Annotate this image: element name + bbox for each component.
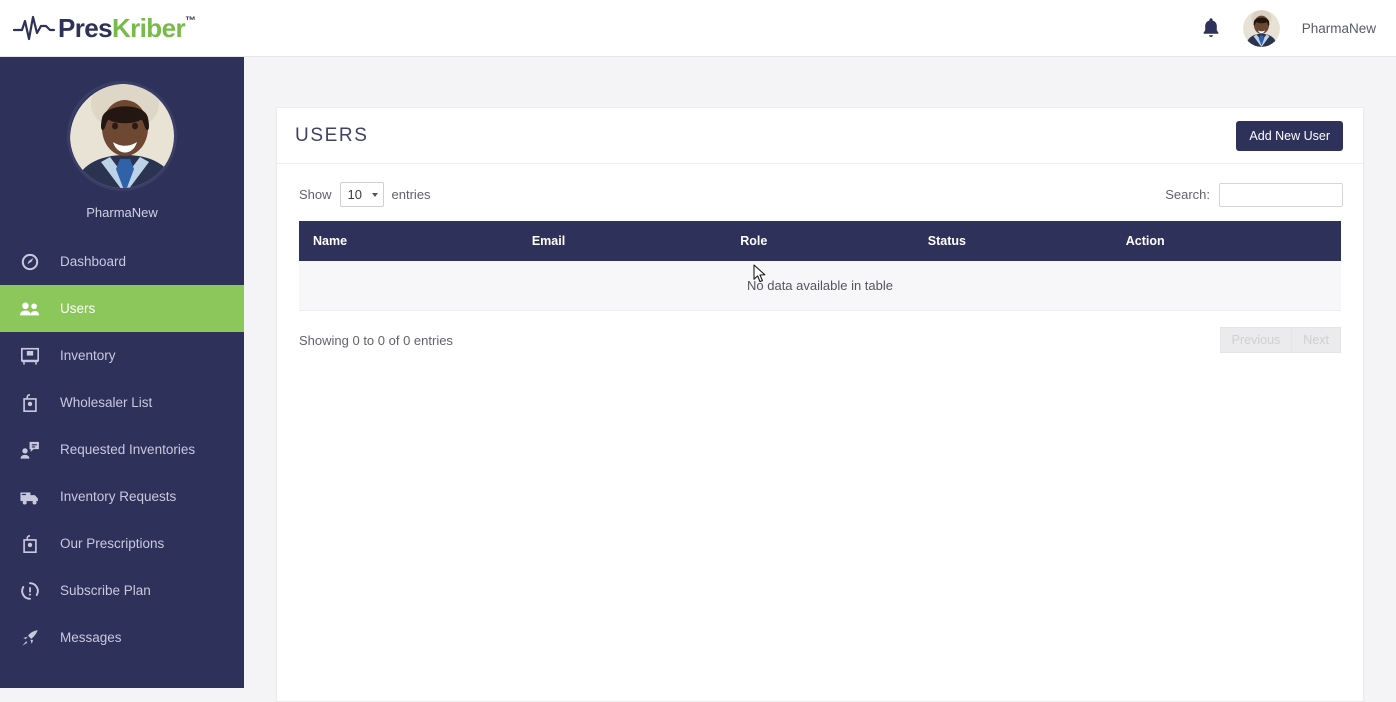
table-body: No data available in table — [299, 261, 1341, 311]
users-card: USERS Add New User Show 10 entries Searc… — [276, 107, 1364, 702]
page-length-select[interactable]: 10 — [339, 182, 384, 207]
trademark-symbol: ™ — [184, 14, 196, 27]
column-header-role[interactable]: Role — [726, 221, 914, 261]
top-bar-username: PharmaNew — [1301, 20, 1376, 36]
sidebar: PharmaNew Dashboard Users Inventory Whol… — [0, 57, 244, 688]
table-footer: Showing 0 to 0 of 0 entries Previous Nex… — [277, 311, 1363, 353]
table-info-text: Showing 0 to 0 of 0 entries — [299, 332, 453, 348]
empty-table-message: No data available in table — [299, 261, 1341, 311]
table-header: Name Email Role Status Action — [299, 221, 1341, 261]
top-navigation-bar: Pres Kriber ™ PharmaNew — [0, 0, 1396, 57]
column-header-email[interactable]: Email — [517, 221, 727, 261]
sidebar-item-label: Users — [60, 301, 96, 316]
avatar[interactable] — [67, 81, 177, 191]
sidebar-profile-username: PharmaNew — [86, 205, 158, 220]
user-message-icon — [18, 438, 42, 462]
warehouse-shelf-icon — [18, 344, 42, 368]
sidebar-item-label: Our Prescriptions — [60, 536, 165, 551]
sidebar-item-requested-inventories[interactable]: Requested Inventories — [0, 426, 244, 473]
sidebar-item-messages[interactable]: Messages — [0, 614, 244, 661]
paper-plane-icon — [18, 626, 42, 650]
column-header-status[interactable]: Status — [913, 221, 1112, 261]
sidebar-item-inventory[interactable]: Inventory — [0, 332, 244, 379]
sidebar-item-our-prescriptions[interactable]: Our Prescriptions — [0, 520, 244, 567]
search-input[interactable] — [1219, 182, 1343, 207]
table-header-row: Name Email Role Status Action — [299, 221, 1341, 261]
users-group-icon — [18, 297, 42, 321]
sidebar-item-label: Inventory — [60, 348, 116, 363]
sidebar-item-subscribe-plan[interactable]: Subscribe Plan — [0, 567, 244, 614]
ecg-line-icon — [12, 13, 56, 43]
table-row: No data available in table — [299, 261, 1341, 311]
next-page-button[interactable]: Next — [1292, 327, 1341, 353]
search-label: Search: — [1165, 187, 1210, 202]
table-toolbar: Show 10 entries Search: — [277, 164, 1363, 221]
search-group: Search: — [1165, 182, 1343, 207]
main-content-area: USERS Add New User Show 10 entries Searc… — [244, 57, 1396, 702]
show-label: Show — [299, 187, 332, 202]
sidebar-profile: PharmaNew — [0, 57, 244, 238]
refresh-alert-icon — [18, 579, 42, 603]
card-header: USERS Add New User — [277, 108, 1363, 164]
previous-page-button[interactable]: Previous — [1219, 327, 1293, 353]
sidebar-item-label: Requested Inventories — [60, 442, 196, 457]
users-table: Name Email Role Status Action No data av… — [299, 221, 1341, 311]
sidebar-item-label: Messages — [60, 630, 122, 645]
delivery-truck-icon — [18, 485, 42, 509]
shopping-bag-icon — [18, 391, 42, 415]
sidebar-item-label: Wholesaler List — [60, 395, 153, 410]
page-title: USERS — [295, 124, 369, 146]
sidebar-item-label: Inventory Requests — [60, 489, 177, 504]
sidebar-item-users[interactable]: Users — [0, 285, 244, 332]
speedometer-icon — [18, 250, 42, 274]
pagination: Previous Next — [1219, 327, 1341, 353]
top-bar-right-group: PharmaNew — [1201, 9, 1376, 47]
sidebar-item-wholesaler-list[interactable]: Wholesaler List — [0, 379, 244, 426]
avatar[interactable] — [1242, 9, 1280, 47]
sidebar-item-label: Subscribe Plan — [60, 583, 151, 598]
sidebar-navigation: Dashboard Users Inventory Wholesaler Lis… — [0, 238, 244, 661]
bell-icon[interactable] — [1201, 17, 1221, 39]
brand-logo[interactable]: Pres Kriber ™ — [12, 12, 196, 44]
column-header-name[interactable]: Name — [299, 221, 518, 261]
sidebar-item-inventory-requests[interactable]: Inventory Requests — [0, 473, 244, 520]
sidebar-item-dashboard[interactable]: Dashboard — [0, 238, 244, 285]
entries-label: entries — [391, 187, 431, 202]
brand-name-first: Pres — [58, 12, 113, 43]
shopping-bag-icon — [18, 532, 42, 556]
column-header-action[interactable]: Action — [1111, 221, 1341, 261]
page-length-select-wrapper[interactable]: 10 — [339, 182, 384, 207]
page-length-group: Show 10 entries — [299, 182, 431, 207]
add-new-user-button[interactable]: Add New User — [1236, 120, 1343, 151]
sidebar-item-label: Dashboard — [60, 254, 127, 269]
brand-name-second: Kriber — [111, 12, 186, 43]
